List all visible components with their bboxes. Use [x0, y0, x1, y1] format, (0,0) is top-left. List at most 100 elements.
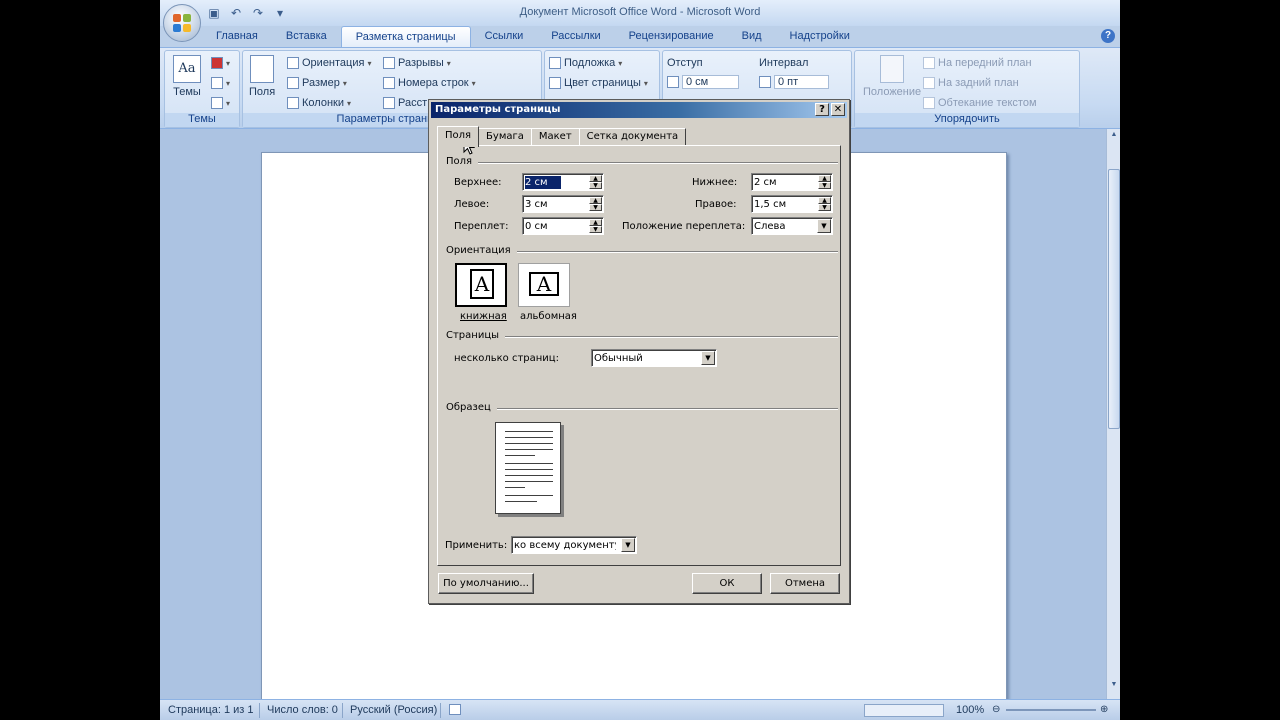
page-color-icon	[549, 77, 561, 89]
spin-up-icon[interactable]: ▲	[589, 219, 602, 226]
office-button[interactable]	[163, 4, 201, 42]
zoom-level[interactable]: 100%	[956, 704, 984, 716]
themes-button[interactable]: Aa Темы	[173, 55, 201, 98]
gutter-spinner[interactable]: ▲▼	[522, 217, 604, 235]
dialog-close-icon[interactable]: ✕	[831, 103, 845, 116]
hyphenation-button[interactable]: Расст	[383, 97, 427, 109]
orientation-section: Ориентация	[446, 245, 838, 257]
breaks-label: Разрывы	[398, 57, 444, 69]
scroll-up-icon[interactable]: ▲	[1108, 131, 1120, 143]
apply-to-value[interactable]	[514, 539, 616, 552]
spin-up-icon[interactable]: ▲	[589, 175, 602, 182]
spin-up-icon[interactable]: ▲	[589, 197, 602, 204]
tab-page-layout[interactable]: Разметка страницы	[340, 26, 471, 48]
spacing-field[interactable]: 0 пт	[759, 75, 830, 89]
arrange-group-label: Упорядочить	[855, 113, 1079, 127]
gutter-position-label: Положение переплета:	[622, 221, 746, 232]
spin-down-icon[interactable]: ▼	[818, 204, 831, 211]
dialog-help-icon[interactable]: ?	[815, 103, 829, 116]
tab-review[interactable]: Рецензирование	[615, 26, 728, 48]
dialog-tab-grid[interactable]: Сетка документа	[578, 128, 687, 146]
orientation-button[interactable]: Ориентация ▾	[287, 57, 371, 69]
tab-view[interactable]: Вид	[728, 26, 776, 48]
bring-front-icon	[923, 57, 935, 69]
scroll-down-icon[interactable]: ▼	[1108, 681, 1120, 693]
dialog-tab-margins[interactable]: Поля	[437, 126, 480, 147]
vertical-scrollbar[interactable]: ▲ ▼	[1106, 129, 1120, 699]
spin-down-icon[interactable]: ▼	[589, 226, 602, 233]
zoom-out-icon[interactable]: ⊖	[992, 704, 1000, 715]
bottom-margin-spinner[interactable]: ▲▼	[751, 173, 833, 191]
size-button[interactable]: Размер ▾	[287, 77, 347, 89]
top-margin-label: Верхнее:	[454, 177, 502, 188]
bottom-margin-input[interactable]	[754, 176, 812, 189]
chevron-down-icon[interactable]: ▼	[701, 351, 715, 365]
view-buttons[interactable]	[864, 704, 944, 717]
chevron-down-icon[interactable]: ▼	[817, 219, 831, 233]
breaks-button[interactable]: Разрывы ▾	[383, 57, 451, 69]
top-margin-spinner[interactable]: ▲▼	[522, 173, 604, 191]
macro-record-icon[interactable]	[449, 704, 461, 715]
orientation-section-label: Ориентация	[446, 245, 517, 256]
apply-to-select[interactable]: ▼	[511, 536, 637, 554]
ok-button[interactable]: ОК	[692, 573, 762, 594]
landscape-label: альбомная	[520, 311, 577, 322]
indent-field[interactable]: 0 см	[667, 75, 740, 89]
help-icon[interactable]: ?	[1101, 29, 1115, 43]
tab-mailings[interactable]: Рассылки	[537, 26, 614, 48]
spin-down-icon[interactable]: ▼	[589, 182, 602, 189]
size-label: Размер	[302, 77, 340, 89]
right-margin-input[interactable]	[754, 198, 812, 211]
columns-button[interactable]: Колонки ▾	[287, 97, 351, 109]
theme-fonts-button[interactable]: ▾	[211, 77, 230, 89]
zoom-in-icon[interactable]: ⊕	[1100, 704, 1108, 715]
columns-label: Колонки	[302, 97, 344, 109]
default-button[interactable]: По умолчанию...	[438, 573, 534, 594]
right-margin-spinner[interactable]: ▲▼	[751, 195, 833, 213]
position-button[interactable]: Положение	[863, 55, 921, 98]
spin-up-icon[interactable]: ▲	[818, 197, 831, 204]
tab-addins[interactable]: Надстройки	[776, 26, 864, 48]
text-wrap-button[interactable]: Обтекание текстом	[923, 97, 1037, 109]
margins-button[interactable]: Поля	[249, 55, 275, 98]
spin-up-icon[interactable]: ▲	[818, 175, 831, 182]
line-numbers-button[interactable]: Номера строк ▾	[383, 77, 476, 89]
bring-front-button[interactable]: На передний план	[923, 57, 1032, 69]
gutter-position-select[interactable]: ▼	[751, 217, 833, 235]
multiple-pages-select[interactable]: ▼	[591, 349, 717, 367]
dialog-tabs: Поля Бумага Макет Сетка документа	[437, 126, 687, 147]
page-count[interactable]: Страница: 1 из 1	[168, 704, 254, 716]
portrait-button[interactable]: A	[455, 263, 507, 307]
left-margin-input[interactable]	[525, 198, 583, 211]
top-margin-input[interactable]	[525, 176, 561, 189]
cancel-button[interactable]: Отмена	[770, 573, 840, 594]
apply-to-label: Применить:	[445, 540, 508, 551]
word-count[interactable]: Число слов: 0	[267, 704, 338, 716]
theme-colors-button[interactable]: ▾	[211, 57, 230, 69]
line-numbers-icon	[383, 77, 395, 89]
language[interactable]: Русский (Россия)	[350, 704, 437, 716]
dialog-tab-layout[interactable]: Макет	[530, 128, 580, 146]
left-margin-spinner[interactable]: ▲▼	[522, 195, 604, 213]
watermark-button[interactable]: Подложка ▾	[549, 57, 622, 69]
dialog-tab-paper[interactable]: Бумага	[478, 128, 532, 146]
multiple-pages-value[interactable]	[594, 352, 696, 365]
tab-home[interactable]: Главная	[202, 26, 272, 48]
theme-effects-button[interactable]: ▾	[211, 97, 230, 109]
spacing-heading: Интервал	[759, 57, 809, 69]
gutter-input[interactable]	[525, 220, 583, 233]
page-color-button[interactable]: Цвет страницы ▾	[549, 77, 648, 89]
gutter-position-value[interactable]	[754, 220, 812, 233]
spin-down-icon[interactable]: ▼	[589, 204, 602, 211]
title-bar: ▣ ↶ ↷ ▾ Документ Microsoft Office Word -…	[160, 0, 1120, 26]
spin-down-icon[interactable]: ▼	[818, 182, 831, 189]
zoom-slider[interactable]	[1006, 709, 1096, 711]
send-back-button[interactable]: На задний план	[923, 77, 1019, 89]
tab-references[interactable]: Ссылки	[471, 26, 538, 48]
arrange-group: Положение На передний план На задний пла…	[854, 50, 1080, 128]
tab-insert[interactable]: Вставка	[272, 26, 341, 48]
chevron-down-icon[interactable]: ▼	[621, 538, 635, 552]
scrollbar-thumb[interactable]	[1108, 169, 1120, 429]
preview-section-label: Образец	[446, 402, 497, 413]
landscape-button[interactable]: A	[518, 263, 570, 307]
